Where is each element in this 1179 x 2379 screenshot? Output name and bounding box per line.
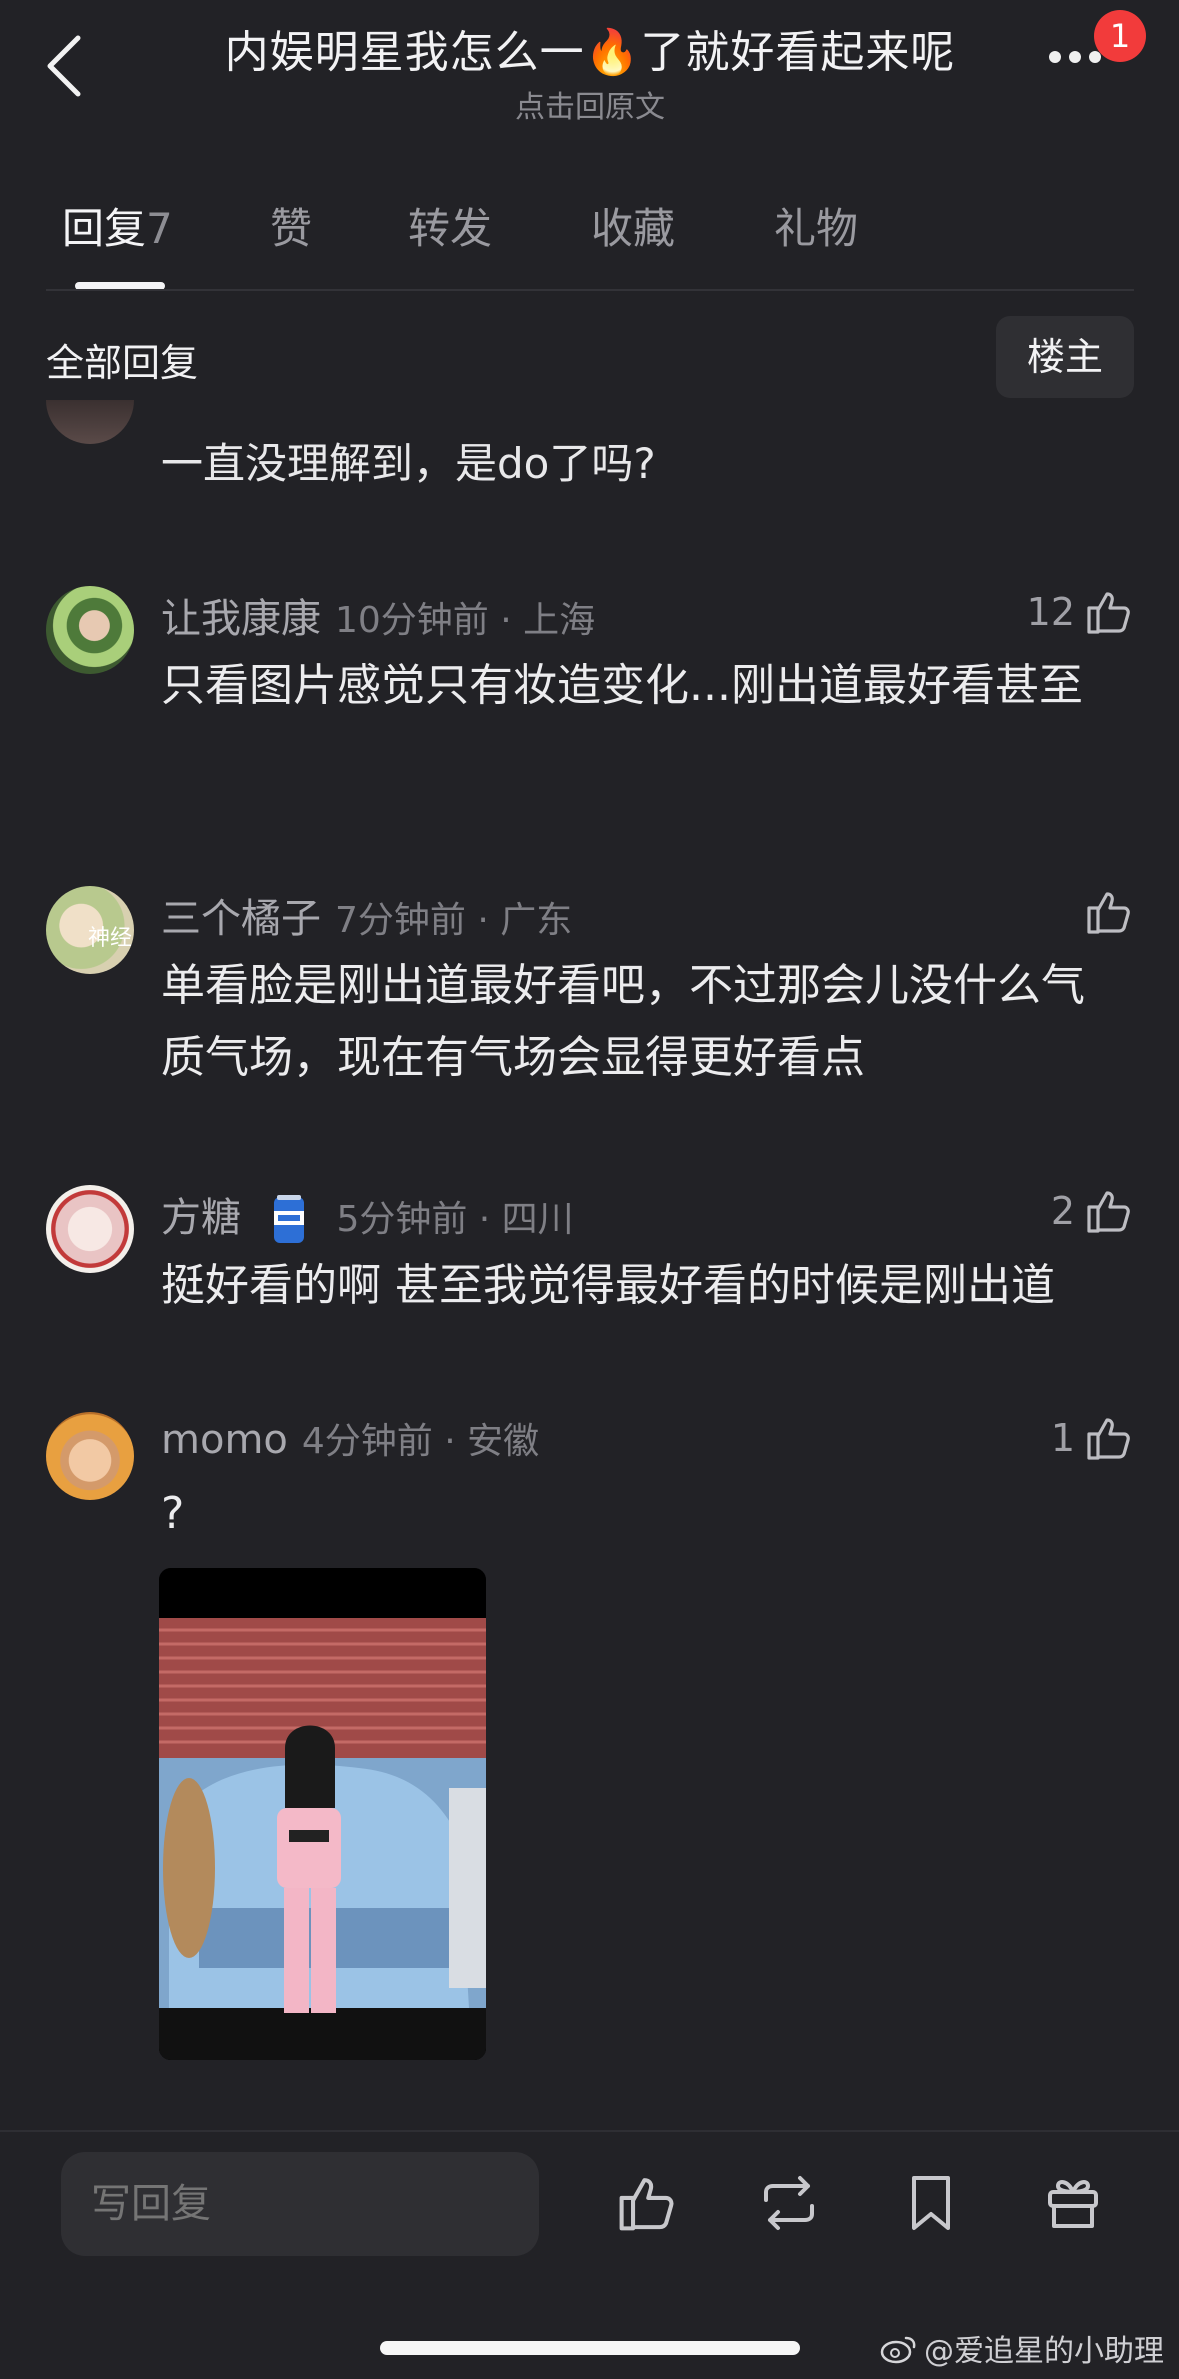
gift-button[interactable] (1040, 2170, 1106, 2236)
avatar[interactable] (46, 586, 134, 674)
comment-time-location: 4分钟前 · 安徽 (301, 1421, 540, 1462)
watermark-text: @爱追星的小助理 (924, 2334, 1164, 2369)
thumbs-up-icon (1087, 1418, 1130, 1460)
comment-meta: 方糖 5分钟前 · 四川 (161, 1185, 574, 1247)
thumbs-up-icon (1087, 1191, 1130, 1233)
username[interactable]: 三个橘子 (161, 896, 321, 942)
comment-text: 挺好看的啊 甚至我觉得最好看的时候是刚出道 (161, 1260, 1055, 1311)
weibo-logo-icon (880, 2336, 916, 2364)
photo-image (159, 1568, 486, 2060)
comment-meta: 三个橘子 7分钟前 · 广东 (161, 886, 572, 944)
avatar[interactable] (46, 1185, 134, 1273)
tab-gifts[interactable]: 礼物 (774, 195, 858, 256)
drink-can-icon (273, 1195, 304, 1243)
comment-text: 一直没理解到，是do了吗? (161, 439, 656, 488)
like-count: 12 (1026, 590, 1075, 634)
reply-input[interactable] (61, 2152, 539, 2256)
thumbs-up-icon (1087, 592, 1130, 634)
like-button[interactable]: 1 (1051, 1410, 1135, 1466)
section-title: 全部回复 (46, 341, 199, 385)
thumbs-up-icon (619, 2178, 674, 2231)
more-dot-icon (1049, 51, 1061, 63)
repost-icon (764, 2176, 814, 2230)
home-indicator[interactable] (380, 2341, 800, 2355)
like-button[interactable]: 2 (1051, 1183, 1135, 1239)
post-title-block[interactable]: 内娱明星我怎么一🔥了就好看起来呢 点击回原文 (170, 16, 1010, 126)
top-nav-bar: 内娱明星我怎么一🔥了就好看起来呢 点击回原文 1 (0, 0, 1179, 150)
avatar[interactable]: 神经 (46, 886, 134, 974)
avatar[interactable] (46, 1412, 134, 1500)
username[interactable]: 让我康康 (161, 596, 321, 642)
back-button[interactable] (38, 30, 98, 100)
comment-text: 只看图片感觉只有妆造变化...刚出道最好看甚至 (161, 660, 1083, 711)
comment-meta: momo 4分钟前 · 安徽 (161, 1412, 539, 1464)
username[interactable]: 方糖 (161, 1195, 241, 1241)
back-to-post-link[interactable]: 点击回原文 (170, 82, 1010, 126)
comment-text: 单看脸是刚出道最好看吧，不过那会儿没什么气质气场，现在有气场会显得更好看点 (161, 960, 1085, 1083)
like-count: 1 (1050, 1416, 1075, 1460)
comment-image-thumbnail[interactable] (159, 1568, 486, 2060)
favorite-button[interactable] (898, 2170, 964, 2236)
comment-time-location: 7分钟前 · 广东 (335, 900, 573, 941)
more-dot-icon (1069, 51, 1081, 63)
repost-button[interactable] (756, 2170, 822, 2236)
username[interactable]: momo (161, 1417, 288, 1463)
tab-replies[interactable]: 回复7 (62, 195, 173, 256)
like-post-button[interactable] (614, 2170, 680, 2236)
like-count: 2 (1050, 1189, 1075, 1233)
avatar-label: 神经 (87, 926, 132, 951)
op-filter-button[interactable]: 楼主 (996, 316, 1134, 398)
tab-divider (46, 289, 1134, 291)
bookmark-icon (912, 2176, 950, 2230)
post-title[interactable]: 内娱明星我怎么一🔥了就好看起来呢 (170, 16, 1010, 80)
tab-label: 回复 (62, 204, 147, 253)
comment-text: ? (161, 1488, 185, 1539)
avatar[interactable] (46, 400, 134, 444)
tab-likes[interactable]: 赞 (270, 195, 312, 256)
like-button[interactable]: 12 (1027, 584, 1135, 640)
comment-time-location: 10分钟前 · 上海 (335, 600, 596, 641)
comment-time-location: 5分钟前 · 四川 (336, 1199, 574, 1240)
tab-favorites[interactable]: 收藏 (591, 195, 675, 256)
notification-badge[interactable]: 1 (1094, 10, 1146, 62)
gift-icon (1048, 2180, 1098, 2228)
comment-thread-page: 内娱明星我怎么一🔥了就好看起来呢 点击回原文 1 回复7 赞 转发 收藏 礼物 … (0, 0, 1179, 2379)
like-button[interactable] (1075, 884, 1135, 940)
thumbs-up-icon (1087, 892, 1130, 934)
bottom-bar-divider (0, 2130, 1179, 2132)
tab-reposts[interactable]: 转发 (408, 195, 492, 256)
watermark: @爱追星的小助理 (880, 2326, 1164, 2370)
tab-count: 7 (146, 204, 173, 253)
chevron-left-icon (47, 35, 81, 97)
comment-meta: 让我康康 10分钟前 · 上海 (161, 586, 595, 644)
